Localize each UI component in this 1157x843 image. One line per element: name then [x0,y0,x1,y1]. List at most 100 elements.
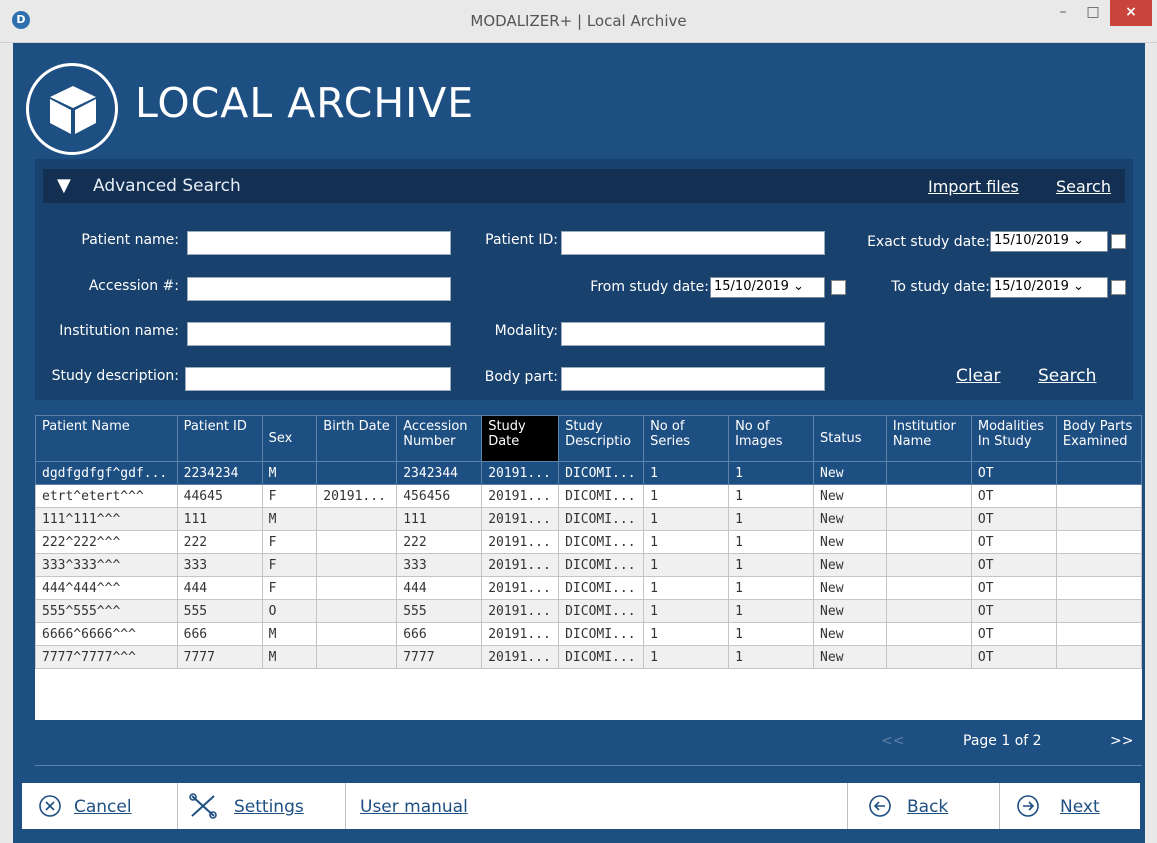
import-files-link[interactable]: Import files [928,177,1019,196]
table-cell [1055,599,1143,623]
table-cell [316,576,398,600]
table-cell: 111 [396,507,483,531]
table-cell [316,622,398,646]
table-cell: New [813,599,887,623]
table-row[interactable]: 111^111^^^ 111 M 111 20191... DICOMI... 1 1 New O… [35,507,1143,531]
search-link[interactable]: Search [1038,366,1096,386]
col-no-of-images[interactable]: No of Images [728,415,815,462]
col-birth-date[interactable]: Birth Date [316,415,398,462]
table-cell [885,507,972,531]
chevron-down-icon: ⌄ [1073,233,1084,248]
institution-name-input[interactable] [187,322,451,346]
back-label: Back [907,797,949,817]
table-cell: dgdfgdfgf^gdf... [35,461,178,485]
table-row[interactable]: dgdfgdfgf^gdf... 2234234 M 2342344 20191... D… [35,461,1143,485]
table-row[interactable]: etrt^etert^^^ 44645 F 20191... 456456 20191..… [35,484,1143,508]
col-study-date[interactable]: Study Date [481,415,560,462]
study-description-input[interactable] [185,367,451,391]
minimize-button[interactable]: – [1050,0,1076,26]
clear-link[interactable]: Clear [956,366,1000,386]
patient-name-label: Patient name: [81,232,179,248]
settings-label: Settings [234,797,304,817]
table-row[interactable]: 555^555^^^ 555 O 555 20191... DICOMI... 1 1 New O… [35,599,1143,623]
col-modalities[interactable]: Modalities In Study [970,415,1057,462]
table-cell: OT [970,599,1057,623]
cancel-button[interactable]: Cancel [22,783,178,829]
body-part-input[interactable] [561,367,825,391]
bottom-toolbar: Cancel Settings User manual Back Next [22,783,1140,829]
col-patient-name[interactable]: Patient Name [35,415,178,462]
cancel-label: Cancel [74,797,132,817]
close-button[interactable]: × [1110,0,1152,26]
table-cell: M [261,645,318,669]
table-cell: New [813,530,887,554]
table-row[interactable]: 333^333^^^ 333 F 333 20191... DICOMI... 1 1 New O… [35,553,1143,577]
col-study-description[interactable]: Study Descriptio [558,415,645,462]
table-cell: 20191... [481,645,560,669]
settings-button[interactable]: Settings [178,783,346,829]
chevron-down-icon: ⌄ [1073,279,1084,294]
col-status[interactable]: Status [813,415,887,462]
institution-name-label: Institution name: [59,323,179,339]
chevron-down-icon: ⌄ [793,279,804,294]
header-search-link[interactable]: Search [1056,177,1111,196]
table-cell: 1 [728,622,815,646]
table-cell [885,622,972,646]
next-page-link[interactable]: >> [1110,733,1133,749]
from-study-date-label: From study date: [590,279,709,295]
table-cell: 7777 [396,645,483,669]
table-cell: New [813,507,887,531]
to-study-date-picker[interactable]: 15/10/2019 ⌄ [990,277,1108,298]
next-label: Next [1060,797,1100,817]
collapse-triangle-icon[interactable]: ▼ [57,175,71,196]
table-cell: 1 [728,645,815,669]
table-cell: DICOMI... [558,461,645,485]
table-cell: 111^111^^^ [35,507,178,531]
next-button[interactable]: Next [1000,783,1140,829]
patient-name-input[interactable] [187,231,451,255]
modality-input[interactable] [561,322,825,346]
accession-label: Accession #: [88,278,179,294]
col-patient-id[interactable]: Patient ID [176,415,263,462]
col-sex[interactable]: Sex [261,415,318,462]
col-no-of-series[interactable]: No of Series [643,415,730,462]
table-cell: OT [970,484,1057,508]
table-cell [885,484,972,508]
previous-page-link[interactable]: << [881,733,904,749]
table-row[interactable]: 444^444^^^ 444 F 444 20191... DICOMI... 1 1 New O… [35,576,1143,600]
back-button[interactable]: Back [848,783,1000,829]
table-row[interactable]: 222^222^^^ 222 F 222 20191... DICOMI... 1 1 New O… [35,530,1143,554]
table-cell: 666 [176,622,263,646]
table-cell: 20191... [481,576,560,600]
from-study-date-picker[interactable]: 15/10/2019 ⌄ [710,277,825,298]
table-row[interactable]: 6666^6666^^^ 666 M 666 20191... DICOMI... 1 1 Ne… [35,622,1143,646]
table-cell [1055,645,1143,669]
maximize-button[interactable]: □ [1080,0,1106,26]
table-cell: DICOMI... [558,484,645,508]
to-date-checkbox[interactable] [1111,280,1126,295]
app-window: D MODALIZER+ | Local Archive – □ × LOCAL… [0,0,1157,843]
col-body-parts[interactable]: Body Parts Examined [1055,415,1143,462]
table-cell: 1 [643,484,730,508]
table-cell: 1 [728,507,815,531]
table-cell [885,576,972,600]
table-cell [885,645,972,669]
advanced-search-header[interactable]: ▼ Advanced Search Import files Search [43,169,1125,203]
accession-input[interactable] [187,277,451,301]
table-cell [1055,461,1143,485]
table-cell: F [261,530,318,554]
col-institution-name[interactable]: Institutior Name [885,415,972,462]
exact-study-date-picker[interactable]: 15/10/2019 ⌄ [990,231,1108,252]
table-cell [885,461,972,485]
table-cell: DICOMI... [558,507,645,531]
col-accession-number[interactable]: Accession Number [396,415,483,462]
table-cell: 1 [728,599,815,623]
user-manual-label: User manual [360,797,468,817]
exact-date-checkbox[interactable] [1111,234,1126,249]
user-manual-button[interactable]: User manual [346,783,848,829]
table-cell: 2342344 [396,461,483,485]
table-row[interactable]: 7777^7777^^^ 7777 M 7777 20191... DICOMI... 1 1… [35,645,1143,669]
table-cell: 20191... [481,599,560,623]
patient-id-input[interactable] [561,231,825,255]
table-cell: 444 [396,576,483,600]
